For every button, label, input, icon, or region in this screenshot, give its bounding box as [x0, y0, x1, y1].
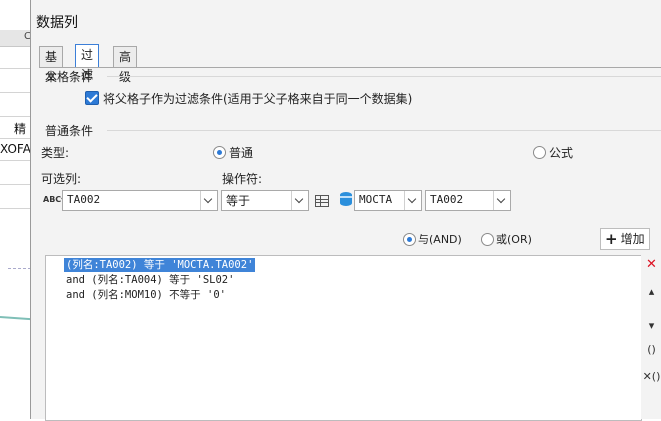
dataset-select[interactable]: MOCTA [354, 190, 422, 211]
move-down-icon[interactable]: ▾ [641, 319, 661, 332]
add-button-label: 增加 [620, 232, 645, 246]
table-grid-icon[interactable] [315, 195, 329, 207]
bg-cell-2: XOFA [0, 142, 31, 156]
move-up-icon[interactable]: ▴ [641, 285, 661, 298]
data-column-dialog: 数据列 基本 过滤 高级 父格条件 将父格子作为过滤条件(适用于父子格来自于同一… [30, 0, 661, 421]
row-line [0, 138, 34, 139]
normal-condition-title: 普通条件 [45, 124, 94, 138]
plus-icon: + [605, 230, 618, 248]
database-icon[interactable] [340, 192, 352, 206]
column-select[interactable]: TA002 [62, 190, 218, 211]
row-line [0, 92, 34, 93]
type-formula-radio[interactable] [533, 146, 546, 159]
chevron-down-icon[interactable] [493, 191, 510, 210]
condition-list[interactable]: (列名:TA002) 等于 'MOCTA.TA002' and (列名:TA00… [45, 255, 642, 421]
condition-toolbar: ✕ ▴ ▾ () ✕() [641, 255, 661, 419]
parent-filter-label: 将父格子作为过滤条件(适用于父子格来自于同一个数据集) [103, 92, 413, 106]
field-select[interactable]: TA002 [425, 190, 511, 211]
tab-filter[interactable]: 过滤 [75, 44, 100, 82]
row-line [0, 116, 34, 117]
bg-cell-1: 精 [14, 122, 27, 136]
dialog-title: 数据列 [36, 15, 78, 31]
type-formula-label: 公式 [549, 146, 574, 160]
section-divider [107, 76, 661, 77]
condition-item[interactable]: and (列名:TA004) 等于 'SL02' [66, 273, 234, 287]
type-normal-label: 普通 [229, 146, 254, 160]
type-normal-radio[interactable] [213, 146, 226, 159]
logic-and-radio[interactable] [403, 233, 416, 246]
field-select-value: TA002 [430, 193, 464, 206]
column-select-value: TA002 [67, 193, 101, 206]
row-line [0, 160, 34, 161]
row-line [0, 68, 34, 69]
dataset-select-value: MOCTA [359, 193, 393, 206]
chevron-down-icon[interactable] [291, 191, 308, 210]
column-label: 可选列: [41, 172, 82, 186]
background-spreadsheet: C 精 XOFA [0, 0, 34, 419]
parent-condition-title: 父格条件 [45, 70, 94, 84]
column-header: C [0, 30, 34, 47]
tab-basic[interactable]: 基本 [39, 46, 64, 84]
delete-icon[interactable]: ✕ [641, 257, 661, 272]
add-condition-button[interactable]: + 增加 [600, 228, 650, 250]
operator-select[interactable]: 等于 [221, 190, 309, 211]
remove-parentheses-icon[interactable]: ✕() [641, 370, 661, 383]
chevron-down-icon[interactable] [200, 191, 217, 210]
bg-chart-line [0, 316, 34, 321]
tab-underline [39, 67, 661, 68]
chevron-down-icon[interactable] [404, 191, 421, 210]
operator-select-value: 等于 [226, 194, 251, 208]
condition-item[interactable]: and (列名:MOM10) 不等于 '0' [66, 288, 226, 302]
type-label: 类型: [41, 146, 70, 160]
logic-or-radio[interactable] [481, 233, 494, 246]
logic-or-label: 或(OR) [496, 233, 532, 246]
operator-label: 操作符: [222, 172, 263, 186]
row-line [0, 208, 34, 209]
logic-and-label: 与(AND) [418, 233, 462, 246]
condition-item[interactable]: (列名:TA002) 等于 'MOCTA.TA002' [64, 258, 256, 272]
tab-advanced[interactable]: 高级 [113, 46, 138, 84]
row-line [0, 184, 34, 185]
section-divider [107, 130, 661, 131]
add-parentheses-icon[interactable]: () [641, 343, 661, 356]
parent-filter-checkbox[interactable] [85, 91, 99, 105]
